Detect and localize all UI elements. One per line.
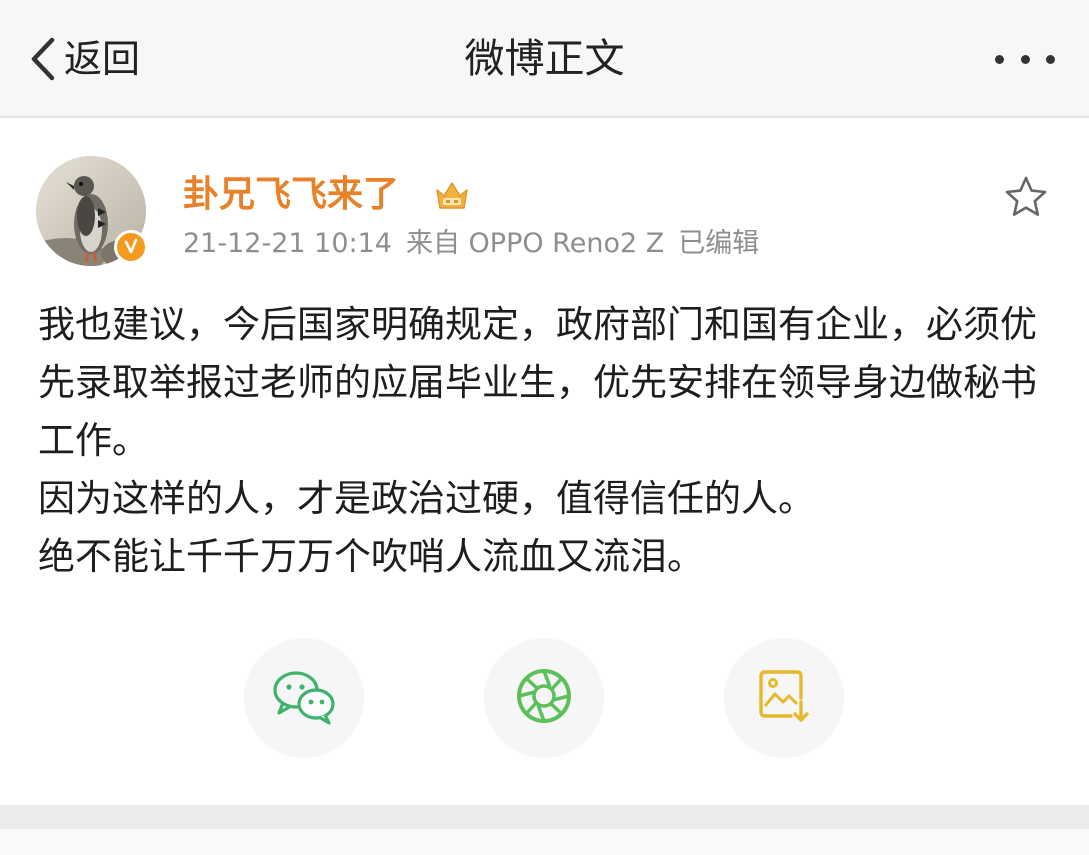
username[interactable]: 卦兄飞飞来了 xyxy=(183,170,399,220)
save-image-icon xyxy=(757,668,811,728)
save-image-button[interactable] xyxy=(724,638,844,758)
verified-v-icon xyxy=(114,230,148,264)
moments-share-button[interactable] xyxy=(484,638,604,758)
post-meta: 21-12-21 10:14 来自 OPPO Reno2 Z 已编辑 xyxy=(183,224,773,264)
share-row xyxy=(0,638,1089,758)
vip-crown-icon[interactable] xyxy=(434,178,470,212)
post-body: 我也建议，今后国家明确规定，政府部门和国有企业，必须优先录取举报过老师的应届毕业… xyxy=(38,296,1048,586)
post-paragraph-3: 绝不能让千千万万个吹哨人流血又流泪。 xyxy=(38,535,704,578)
edited-label[interactable]: 已编辑 xyxy=(678,228,759,259)
weibo-post: 卦兄飞飞来了 21-12-21 10:14 来自 OPPO Reno2 Z 已编辑 … xyxy=(0,118,1089,805)
star-icon[interactable] xyxy=(1003,174,1049,220)
section-divider xyxy=(0,805,1089,829)
moments-icon xyxy=(514,666,574,730)
top-navbar: 返回 微博正文 xyxy=(0,0,1089,118)
post-time: 21-12-21 10:14 xyxy=(183,228,392,259)
more-dots-icon[interactable] xyxy=(995,46,1055,72)
wechat-icon xyxy=(271,667,337,729)
bottom-area xyxy=(0,829,1089,855)
post-paragraph-1: 我也建议，今后国家明确规定，政府部门和国有企业，必须优先录取举报过老师的应届毕业… xyxy=(38,303,1037,462)
post-source[interactable]: 来自 OPPO Reno2 Z xyxy=(406,228,664,259)
post-paragraph-2: 因为这样的人，才是政治过硬，值得信任的人。 xyxy=(38,477,815,520)
wechat-share-button[interactable] xyxy=(244,638,364,758)
page-title: 微博正文 xyxy=(464,36,625,82)
